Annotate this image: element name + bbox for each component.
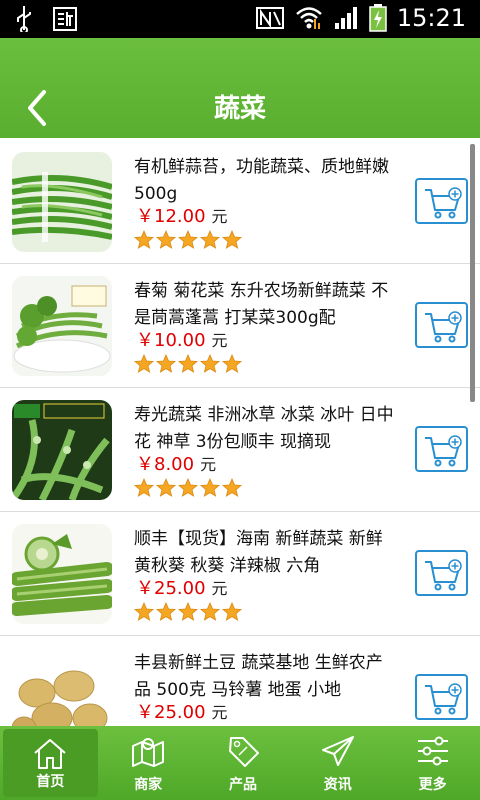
star-icon <box>222 602 242 621</box>
star-icon <box>156 230 176 249</box>
product-item[interactable]: 顺丰【现货】海南 新鲜蔬菜 新鲜黄秋葵 秋葵 洋辣椒 六角 ￥25.00 元 <box>0 512 480 636</box>
star-icon <box>222 230 242 249</box>
status-time: 15:21 <box>396 4 466 32</box>
star-icon <box>200 602 220 621</box>
nfc-icon <box>255 7 284 29</box>
star-icon <box>222 354 242 373</box>
product-image[interactable] <box>12 524 112 624</box>
product-image[interactable] <box>12 400 112 500</box>
paper-plane-icon <box>321 736 354 766</box>
cart-add-icon <box>425 187 462 219</box>
sliders-icon <box>417 736 448 766</box>
price-value: ￥25.00 <box>136 578 206 599</box>
tab-label: 更多 <box>418 777 447 793</box>
price-unit: 元 <box>200 455 217 474</box>
add-to-cart-button[interactable] <box>415 178 468 224</box>
product-price: ￥10.00 元 <box>136 326 228 352</box>
tab-news[interactable]: 资讯 <box>290 726 385 800</box>
price-unit: 元 <box>211 331 228 350</box>
tag-icon <box>228 737 259 767</box>
product-price: ￥25.00 元 <box>136 574 228 600</box>
header: 蔬菜 <box>0 38 480 138</box>
cart-add-icon <box>425 311 462 343</box>
star-icon <box>156 354 176 373</box>
product-price: ￥12.00 元 <box>136 202 228 228</box>
product-item[interactable]: 丰县新鲜土豆 蔬菜基地 生鲜农产品 500克 马铃薯 地蛋 小地 ￥25.00 元 <box>0 636 480 726</box>
rating-stars <box>134 478 242 498</box>
status-bar: 15:21 <box>0 0 480 38</box>
rating-stars <box>134 602 242 622</box>
product-image[interactable] <box>12 152 112 252</box>
price-value: ￥12.00 <box>136 206 206 227</box>
star-icon <box>178 478 198 497</box>
star-icon <box>156 602 176 621</box>
status-left <box>16 6 78 32</box>
star-icon <box>156 478 176 497</box>
add-to-cart-button[interactable] <box>415 302 468 348</box>
usb-icon <box>17 6 31 32</box>
price-unit: 元 <box>211 207 228 226</box>
star-icon <box>134 354 154 373</box>
sim-icon <box>53 7 77 31</box>
add-to-cart-button[interactable] <box>415 550 468 596</box>
add-to-cart-button[interactable] <box>415 426 468 472</box>
price-value: ￥10.00 <box>136 330 206 351</box>
scrollbar[interactable] <box>470 144 475 402</box>
product-image[interactable] <box>12 276 112 376</box>
page-title: 蔬菜 <box>213 94 266 124</box>
tab-label: 产品 <box>228 777 257 793</box>
status-right: 15:21 <box>255 4 466 32</box>
rating-stars <box>134 230 242 250</box>
tab-more[interactable]: 更多 <box>385 726 480 800</box>
star-icon <box>200 354 220 373</box>
price-value: ￥25.00 <box>136 702 206 723</box>
tab-home[interactable]: 首页 <box>3 729 98 797</box>
star-icon <box>200 230 220 249</box>
star-icon <box>178 602 198 621</box>
tab-label: 商家 <box>134 777 163 793</box>
map-icon <box>132 738 165 767</box>
product-item[interactable]: 春菊 菊花菜 东升农场新鲜蔬菜 不是茼蒿蓬蒿 打某菜300g配 ￥10.00 元 <box>0 264 480 388</box>
product-item[interactable]: 寿光蔬菜 非洲冰草 冰菜 冰叶 日中花 神草 3份包顺丰 现摘现 ￥8.00 元 <box>0 388 480 512</box>
home-icon <box>34 739 67 769</box>
bottom-tab-bar: 首页 商家 产品 资讯 更多 <box>0 726 480 800</box>
star-icon <box>134 230 154 249</box>
battery-icon <box>369 4 387 32</box>
add-to-cart-button[interactable] <box>415 674 468 720</box>
product-price: ￥8.00 元 <box>136 450 216 476</box>
price-value: ￥8.00 <box>136 454 195 475</box>
product-item[interactable]: 有机鲜蒜苔，功能蔬菜、质地鲜嫩 500g ￥12.00 元 <box>0 140 480 264</box>
price-unit: 元 <box>211 703 228 722</box>
signal-icon <box>334 7 357 29</box>
cart-add-icon <box>425 559 462 591</box>
cart-add-icon <box>425 435 462 467</box>
tab-label: 资讯 <box>323 777 352 793</box>
product-list[interactable]: 有机鲜蒜苔，功能蔬菜、质地鲜嫩 500g ￥12.00 元 春菊 菊花菜 东升农… <box>0 140 480 726</box>
star-icon <box>134 478 154 497</box>
tab-products[interactable]: 产品 <box>196 726 291 800</box>
star-icon <box>178 230 198 249</box>
price-unit: 元 <box>211 579 228 598</box>
star-icon <box>134 602 154 621</box>
product-price: ￥25.00 元 <box>136 698 228 724</box>
cart-add-icon <box>425 683 462 715</box>
wifi-icon <box>295 7 322 29</box>
star-icon <box>178 354 198 373</box>
star-icon <box>200 478 220 497</box>
star-icon <box>222 478 242 497</box>
tab-merchants[interactable]: 商家 <box>101 726 196 800</box>
product-image[interactable] <box>12 648 112 726</box>
rating-stars <box>134 354 242 374</box>
tab-label: 首页 <box>36 774 65 790</box>
